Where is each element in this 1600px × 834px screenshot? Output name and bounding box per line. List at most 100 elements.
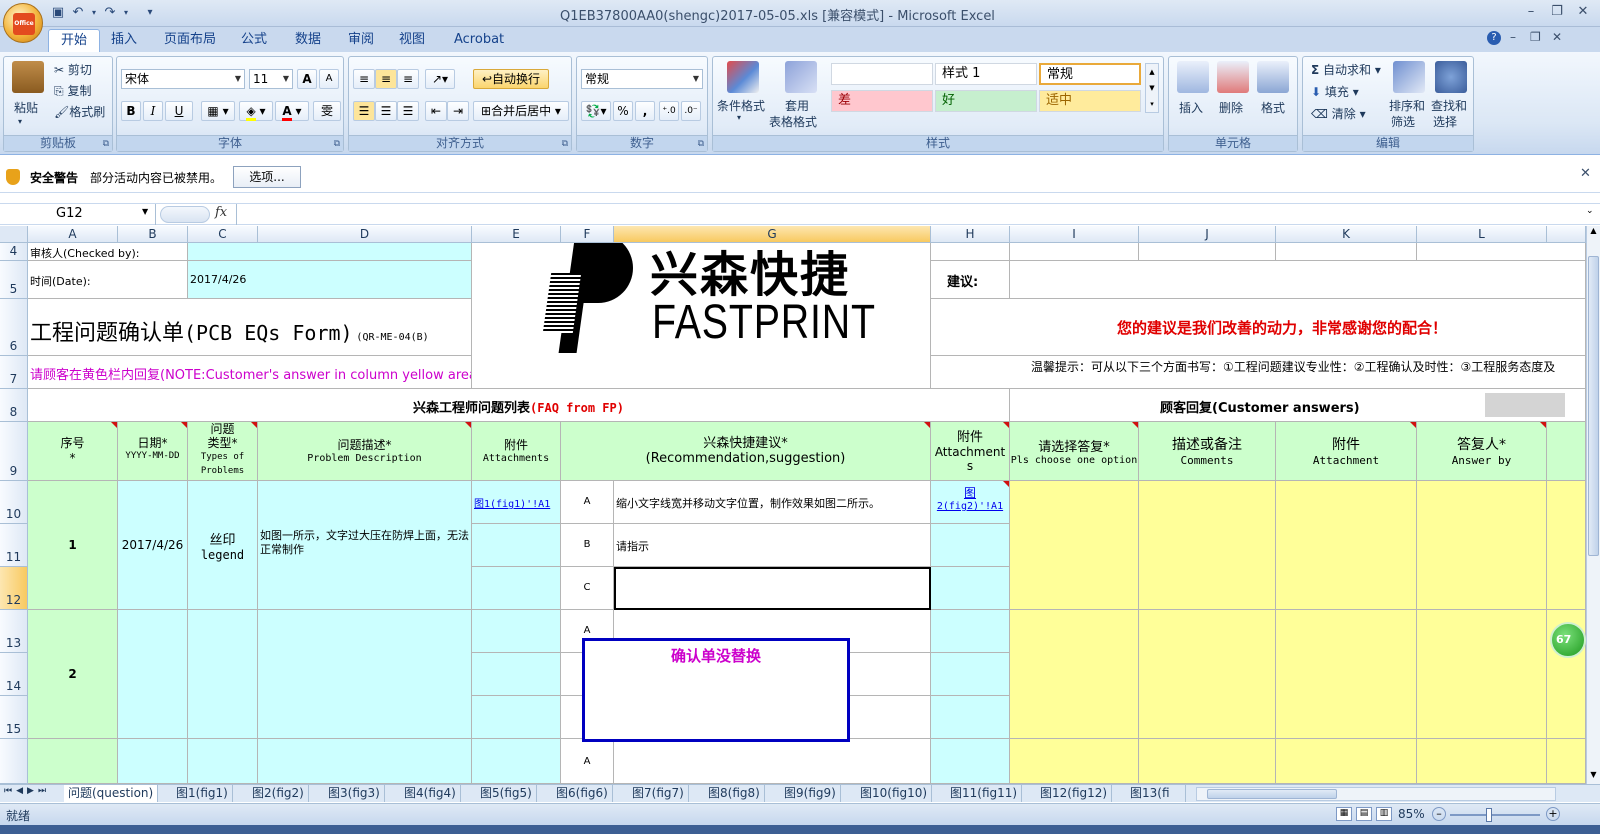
table-format-line2[interactable]: 表格格式 xyxy=(769,113,817,130)
align-middle-icon[interactable]: ≡ xyxy=(375,69,397,89)
column-header-k[interactable]: K xyxy=(1276,226,1417,243)
border-button[interactable]: ▦ ▾ xyxy=(201,101,235,121)
style-good[interactable]: 好 xyxy=(935,90,1037,112)
item2-attach-h-c[interactable] xyxy=(931,696,1010,739)
item1-answer-by[interactable] xyxy=(1417,481,1547,610)
item1-option-b[interactable]: B xyxy=(561,524,614,567)
item2-attach-a[interactable] xyxy=(472,610,561,653)
column-header-f[interactable]: F xyxy=(561,226,614,243)
cell-j4[interactable] xyxy=(1139,243,1276,261)
sheet-tab-fig2[interactable]: 图2(fig2) xyxy=(248,785,309,802)
clear-button[interactable]: ⌫ 清除 ▾ xyxy=(1311,105,1366,122)
item2-attach-b[interactable] xyxy=(472,653,561,696)
sheet-tab-fig12[interactable]: 图12(fig12) xyxy=(1036,785,1113,802)
column-header-h[interactable]: H xyxy=(931,226,1010,243)
item3-comments[interactable] xyxy=(1139,739,1276,784)
style-1[interactable]: 样式 1 xyxy=(935,63,1037,85)
ribbon-restore-icon[interactable]: ❐ xyxy=(1530,30,1541,44)
font-launcher-icon[interactable]: ⧉ xyxy=(334,139,340,149)
sort-filter-line1[interactable]: 排序和 xyxy=(1389,97,1425,114)
zoom-slider-thumb[interactable] xyxy=(1486,808,1492,822)
column-header-e[interactable]: E xyxy=(472,226,561,243)
item2-attachment[interactable] xyxy=(1276,610,1417,739)
tab-acrobat[interactable]: Acrobat xyxy=(442,29,516,52)
tab-formulas[interactable]: 公式 xyxy=(229,29,279,52)
item2-attach-c[interactable] xyxy=(472,696,561,739)
clipboard-launcher-icon[interactable]: ⧉ xyxy=(103,139,109,149)
item3-suggestion[interactable] xyxy=(614,739,931,784)
delete-cells-icon[interactable] xyxy=(1217,61,1249,93)
sheet-tab-fig9[interactable]: 图9(fig9) xyxy=(780,785,841,802)
suggestion-label[interactable]: 建议: xyxy=(931,261,1010,299)
page-break-view-icon[interactable]: ▥ xyxy=(1376,807,1392,821)
paste-button[interactable]: 粘贴 xyxy=(14,99,38,116)
zoom-in-icon[interactable]: + xyxy=(1546,807,1560,821)
vertical-scroll-thumb[interactable] xyxy=(1588,256,1599,556)
item1-attach-link[interactable]: 图1(fig1)'!A1 xyxy=(472,481,561,524)
item3-option-a[interactable]: A xyxy=(561,739,614,784)
column-header-c[interactable]: C xyxy=(188,226,258,243)
grow-font-button[interactable]: A xyxy=(297,69,317,89)
security-options-button[interactable]: 选项... xyxy=(233,166,301,188)
font-size-combo[interactable]: 11 ▼ xyxy=(249,69,293,89)
item1-date[interactable]: 2017/4/26 xyxy=(118,481,188,610)
item2-attach-h-b[interactable] xyxy=(931,653,1010,696)
item2-desc[interactable] xyxy=(258,610,472,739)
item3-choose[interactable] xyxy=(1010,739,1139,784)
item2-date[interactable] xyxy=(118,610,188,739)
restore-icon[interactable]: ❐ xyxy=(1546,3,1568,21)
number-format-combo[interactable]: 常规 ▼ xyxy=(581,69,703,89)
item1-attach-h-c[interactable] xyxy=(931,567,1010,610)
conditional-format-icon[interactable] xyxy=(727,61,759,93)
cut-button[interactable]: ✂ 剪切 xyxy=(54,61,92,78)
row-header-8[interactable]: 8 xyxy=(0,389,28,422)
suggestion-value[interactable] xyxy=(1010,261,1586,299)
item3-date[interactable] xyxy=(118,739,188,784)
autosum-button[interactable]: Σ 自动求和 ▾ xyxy=(1311,61,1381,78)
item1-attach-b[interactable] xyxy=(472,524,561,567)
item1-attach-h-b[interactable] xyxy=(931,524,1010,567)
close-icon[interactable]: ✕ xyxy=(1580,166,1591,181)
column-header-m[interactable] xyxy=(1547,226,1586,243)
horizontal-scroll-thumb[interactable] xyxy=(1207,789,1337,799)
item2-comments[interactable] xyxy=(1139,610,1276,739)
conditional-format-button[interactable]: 条件格式 xyxy=(717,97,765,114)
item2-no[interactable]: 2 xyxy=(28,610,118,739)
sheet-tab-fig4[interactable]: 图4(fig4) xyxy=(400,785,461,802)
bold-button[interactable]: B xyxy=(121,101,141,121)
customize-toolbar-icon[interactable]: ▾ xyxy=(142,5,158,21)
style-bad[interactable]: 差 xyxy=(831,90,933,112)
table-format-line1[interactable]: 套用 xyxy=(785,97,809,114)
checked-by-value[interactable] xyxy=(188,243,472,261)
row-header-9[interactable]: 9 xyxy=(0,422,28,481)
item1-suggestion-c-selected[interactable] xyxy=(614,567,931,610)
save-icon[interactable]: ▣ xyxy=(50,5,66,21)
column-header-j[interactable]: J xyxy=(1139,226,1276,243)
item1-choose[interactable] xyxy=(1010,481,1139,610)
sheet-tab-fig1[interactable]: 图1(fig1) xyxy=(172,785,233,802)
number-launcher-icon[interactable]: ⧉ xyxy=(698,139,704,149)
cell-l4[interactable] xyxy=(1417,243,1586,261)
redo-dropdown-icon[interactable]: ▾ xyxy=(118,5,134,21)
column-header-b[interactable]: B xyxy=(118,226,188,243)
item2-choose[interactable] xyxy=(1010,610,1139,739)
item1-option-c[interactable]: C xyxy=(561,567,614,610)
item3-attach[interactable] xyxy=(472,739,561,784)
floating-badge[interactable]: 67 xyxy=(1550,622,1586,658)
item1-no[interactable]: 1 xyxy=(28,481,118,610)
redo-icon[interactable]: ↷ xyxy=(102,5,118,21)
workbook-close-icon[interactable]: ✕ xyxy=(1552,30,1562,44)
item1-m[interactable] xyxy=(1547,481,1586,610)
align-right-icon[interactable]: ☰ xyxy=(397,101,419,121)
item1-comments[interactable] xyxy=(1139,481,1276,610)
row-header-10[interactable]: 10 xyxy=(0,481,28,524)
item2-type[interactable] xyxy=(188,610,258,739)
name-box[interactable]: G12 xyxy=(0,204,156,225)
item3-m[interactable] xyxy=(1547,739,1586,784)
font-name-combo[interactable]: 宋体 ▼ xyxy=(121,69,245,89)
align-bottom-icon[interactable]: ≡ xyxy=(397,69,419,89)
increase-indent-icon[interactable]: ⇥ xyxy=(447,101,469,121)
insert-function-icon[interactable]: fx xyxy=(215,205,227,220)
find-select-line2[interactable]: 选择 xyxy=(1433,113,1457,130)
binoculars-icon[interactable] xyxy=(1435,61,1467,93)
